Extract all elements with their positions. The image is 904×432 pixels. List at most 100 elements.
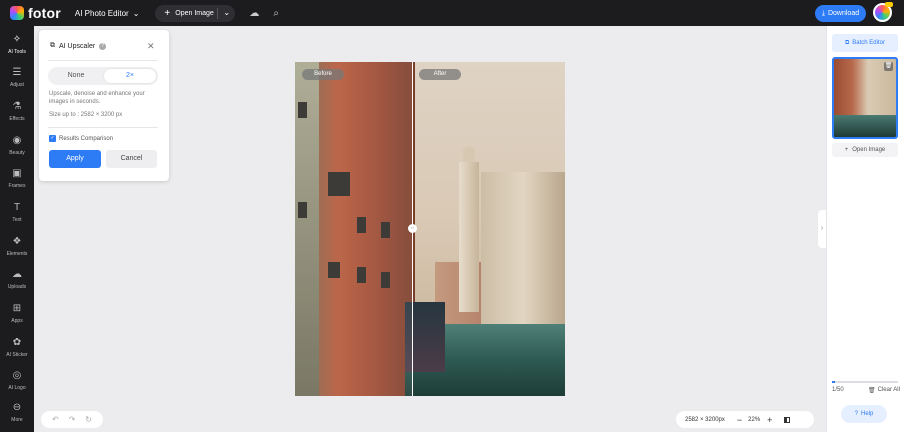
open-image-button[interactable]: + Open Image ⌄ — [155, 4, 236, 22]
open-image-label: Open Image — [175, 9, 214, 17]
editor-menu[interactable]: AI Photo Editor ⌄ — [75, 9, 140, 18]
logo-text: fotor — [28, 5, 61, 21]
close-icon[interactable]: ✕ — [147, 41, 155, 52]
help-icon[interactable]: ? — [99, 42, 107, 50]
nav-uploads[interactable]: ☁ Uploads — [0, 269, 34, 299]
cloud-icon[interactable]: ☁ — [249, 8, 259, 19]
plus-icon: + — [164, 7, 171, 19]
search-icon[interactable]: ⌕ — [273, 8, 279, 19]
shapes-icon: ❖ — [12, 236, 22, 247]
tab-none[interactable]: None — [50, 69, 102, 83]
size-limit: Size up to : 2582 × 3200 px — [49, 112, 123, 118]
divider — [48, 127, 158, 128]
image-count-bar — [832, 381, 898, 383]
after-label: After — [419, 69, 461, 80]
text-icon: T — [13, 202, 21, 213]
zoom-level[interactable]: 22% — [748, 417, 760, 423]
compare-view-icon[interactable] — [784, 416, 791, 423]
help-button[interactable]: ? Help — [841, 405, 887, 423]
nav-label: Elements — [6, 251, 28, 257]
zoom-out-icon[interactable]: − — [737, 415, 742, 425]
cloud-upload-icon: ☁ — [12, 269, 22, 280]
tab-2x[interactable]: 2× — [104, 69, 156, 83]
download-button[interactable]: ⤓ Download — [815, 5, 866, 22]
scale-tabs: None 2× — [48, 67, 158, 85]
flask-icon: ⚗ — [12, 101, 22, 112]
pro-badge — [885, 2, 893, 7]
cancel-button[interactable]: Cancel — [106, 150, 157, 168]
nav-more[interactable]: ⊖ More — [0, 402, 34, 432]
batch-editor-label: Batch Editor — [852, 40, 885, 46]
nav-adjust[interactable]: ☰ Adjust — [0, 67, 34, 97]
nav-ai-sticker[interactable]: ✿ AI Sticker — [0, 337, 34, 367]
more-icon: ⊖ — [12, 402, 22, 413]
comparison-label: Results Comparison — [59, 135, 114, 142]
nav-frames[interactable]: ▣ Frames — [0, 168, 34, 198]
checkbox-checked-icon[interactable]: ✓ — [49, 135, 56, 142]
reset-icon[interactable]: ↻ — [85, 415, 92, 424]
image-count: 1/50 — [832, 387, 844, 393]
help-label: Help — [861, 411, 874, 417]
nav-beauty[interactable]: ◉ Beauty — [0, 135, 34, 165]
batch-icon: ⧉ — [845, 39, 850, 46]
nav-label: Apps — [11, 318, 23, 324]
download-icon: ⤓ — [821, 9, 825, 17]
open-image-small-button[interactable]: + Open Image — [832, 143, 898, 157]
right-panel: ⧉ Batch Editor 🗑 + Open Image 1/50 🗑 Cle… — [826, 26, 904, 432]
nav-ai-tools[interactable]: ✧ AI Tools — [0, 34, 34, 64]
magic-wand-icon: ✧ — [12, 34, 22, 45]
logo-mark-icon — [10, 6, 24, 20]
results-comparison-toggle[interactable]: ✓ Results Comparison — [49, 135, 113, 142]
image-count-fill — [832, 381, 835, 383]
nav-elements[interactable]: ❖ Elements — [0, 236, 34, 266]
trash-icon[interactable]: 🗑 — [884, 62, 893, 71]
left-nav: ✧ AI Tools ☰ Adjust ⚗ Effects ◉ Beauty ▣… — [0, 26, 34, 432]
chevron-down-icon: ⌄ — [132, 8, 140, 18]
trash-icon: 🗑 — [868, 388, 876, 394]
history-controls: ↶ ↷ ↻ — [41, 411, 103, 428]
divider — [48, 60, 158, 61]
split-handle-icon[interactable]: ⇔ — [408, 224, 417, 233]
open-image-small-label: Open Image — [852, 147, 886, 153]
nav-ai-logo[interactable]: ◎ AI Logo — [0, 370, 34, 400]
ai-upscaler-panel: ⧉ AI Upscaler ? ✕ None 2× Upscale, denoi… — [39, 30, 169, 181]
clear-all-label: Clear All — [877, 387, 900, 393]
nav-apps[interactable]: ⊞ Apps — [0, 303, 34, 333]
nav-label: More — [11, 417, 23, 423]
download-label: Download — [827, 10, 860, 17]
nav-label: Effects — [9, 116, 25, 122]
nav-label: Text — [12, 217, 22, 223]
zoom-controls: 2582 × 3200px − 22% + — [676, 411, 814, 428]
sliders-icon: ☰ — [12, 67, 22, 78]
editor-menu-label: AI Photo Editor — [74, 8, 129, 18]
nav-label: AI Logo — [8, 385, 26, 391]
nav-label: AI Tools — [8, 49, 26, 55]
upscaler-icon: ⧉ — [50, 42, 55, 49]
fotor-logo[interactable]: fotor — [10, 5, 61, 21]
image-dimensions: 2582 × 3200px — [685, 416, 725, 423]
nav-label: Frames — [8, 183, 26, 189]
undo-icon[interactable]: ↶ — [52, 415, 59, 424]
collapse-right-panel[interactable]: › — [818, 210, 826, 248]
eye-icon: ◉ — [12, 135, 22, 146]
batch-editor-button[interactable]: ⧉ Batch Editor — [832, 34, 898, 52]
chevron-down-icon[interactable]: ⌄ — [223, 8, 230, 17]
zoom-in-icon[interactable]: + — [767, 415, 772, 425]
nav-text[interactable]: T Text — [0, 202, 34, 232]
nav-label: AI Sticker — [6, 352, 28, 358]
logo-icon: ◎ — [12, 370, 22, 381]
sticker-icon: ✿ — [12, 337, 22, 348]
divider — [217, 7, 219, 19]
nav-label: Beauty — [9, 150, 25, 156]
nav-effects[interactable]: ⚗ Effects — [0, 101, 34, 131]
apply-button[interactable]: Apply — [49, 150, 101, 168]
clear-all-button[interactable]: 🗑 Clear All — [868, 387, 900, 394]
panel-header: ⧉ AI Upscaler ? — [50, 42, 107, 50]
image-canvas[interactable]: ⇔ Before After — [295, 62, 565, 396]
frame-icon: ▣ — [12, 168, 22, 179]
image-thumbnail[interactable]: 🗑 — [832, 57, 898, 139]
help-icon: ? — [854, 411, 858, 417]
plus-icon: + — [844, 147, 849, 153]
redo-icon[interactable]: ↷ — [69, 415, 76, 424]
thumbnail-water — [834, 115, 896, 137]
